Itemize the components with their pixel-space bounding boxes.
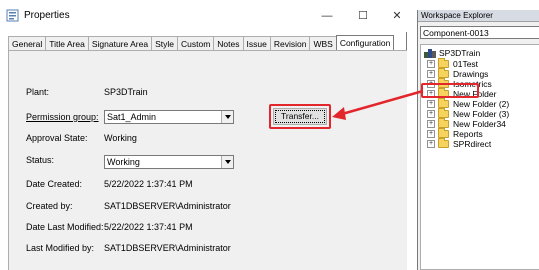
annotation-arrow [332,89,424,120]
arrow-line [341,89,424,116]
arrow-head [332,107,346,120]
